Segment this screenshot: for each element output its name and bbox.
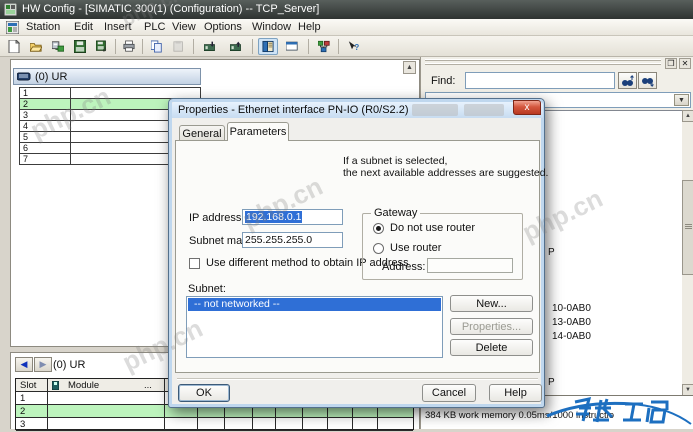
dialog-titlebar[interactable]: Properties - Ethernet interface PN-IO (R… [172, 102, 543, 118]
svg-text:?: ? [354, 43, 359, 52]
use-router-radio[interactable] [373, 243, 384, 254]
context-help-icon[interactable]: ? [344, 38, 364, 55]
paste-icon[interactable] [169, 38, 189, 55]
menubar: Station Edit Insert PLC View Options Win… [0, 19, 693, 36]
pane-grip[interactable] [425, 63, 661, 65]
method-checkbox[interactable] [189, 258, 200, 269]
window-title: HW Config - [SIMATIC 300(1) (Configurati… [22, 3, 319, 15]
dialog-title: Properties - Ethernet interface PN-IO (R… [178, 104, 408, 116]
save-icon[interactable] [70, 38, 90, 55]
mdi-child-icon[interactable] [6, 21, 19, 34]
dialog-separator [177, 378, 538, 380]
pane-close-icon[interactable]: ✕ [679, 58, 691, 69]
col-module[interactable]: Module [68, 380, 99, 391]
tree-item-fragment[interactable]: P [548, 247, 555, 258]
help-button[interactable]: Help [489, 384, 542, 402]
subnet-mask-field[interactable]: 255.255.255.0 [242, 232, 343, 248]
scrollbar-up-arrow[interactable]: ▲ [403, 61, 416, 74]
menu-view[interactable]: View [170, 21, 198, 33]
tree-item-fragment[interactable]: 10-0AB0 [552, 303, 591, 314]
detail-pane-title: (0) UR [53, 359, 85, 371]
use-router-label: Use router [390, 242, 441, 254]
find-label: Find: [431, 75, 455, 87]
module-description: 384 KB work memory 0.05ms/1000 instructi… [425, 410, 690, 422]
new-station-icon[interactable] [4, 38, 24, 55]
subnet-list-label: Subnet: [188, 283, 226, 295]
tree-item-fragment[interactable]: 14-0AB0 [552, 331, 591, 342]
ok-button[interactable]: OK [178, 384, 230, 402]
slot-row[interactable]: 3 [16, 418, 413, 431]
properties-dialog: Properties - Ethernet interface PN-IO (R… [168, 98, 545, 408]
properties-button[interactable]: Properties... [450, 318, 533, 335]
new-button[interactable]: New... [450, 295, 533, 312]
hint-line2: the next available addresses are suggest… [343, 167, 548, 179]
scroll-thumb[interactable] [682, 180, 693, 275]
find-next-icon[interactable] [618, 72, 637, 89]
upload-icon[interactable] [226, 38, 246, 55]
col-more[interactable]: ... [144, 380, 152, 391]
window-titlebar: HW Config - [SIMATIC 300(1) (Configurati… [0, 0, 693, 19]
find-row: Find: [421, 71, 693, 93]
tab-parameters[interactable]: Parameters [227, 122, 289, 141]
rack-header[interactable]: (0) UR [13, 68, 201, 85]
nav-back-button[interactable]: ◀ [15, 357, 33, 372]
no-router-radio[interactable] [373, 223, 384, 234]
find-previous-icon[interactable] [638, 72, 657, 89]
ip-address-label: IP address: [189, 212, 244, 224]
cancel-button[interactable]: Cancel [422, 384, 476, 402]
menu-station[interactable]: Station [24, 21, 62, 33]
rack-title: (0) UR [35, 71, 67, 83]
toolbar: # ? [0, 36, 693, 57]
menu-plc[interactable]: PLC [142, 21, 167, 33]
copy-icon[interactable] [147, 38, 167, 55]
tree-item-fragment[interactable]: P [548, 377, 555, 388]
menu-edit[interactable]: Edit [72, 21, 95, 33]
find-input[interactable] [465, 72, 615, 89]
gateway-legend: Gateway [371, 207, 420, 219]
gateway-groupbox: Gateway Do not use router Use router Add… [362, 213, 523, 280]
nav-forward-button[interactable]: ▶ [34, 357, 52, 372]
print-icon[interactable] [119, 38, 139, 55]
menu-window[interactable]: Window [250, 21, 293, 33]
parameters-tab-page: If a subnet is selected, the next availa… [175, 140, 540, 373]
router-address-field[interactable] [427, 258, 513, 273]
open-online-icon[interactable] [48, 38, 68, 55]
open-station-icon[interactable] [26, 38, 46, 55]
rack-icon [17, 72, 31, 81]
address-overview-icon[interactable] [282, 38, 302, 55]
app-icon [4, 3, 17, 16]
catalog-toggle-icon[interactable] [258, 38, 278, 55]
tree-item-fragment[interactable]: 13-0AB0 [552, 317, 591, 328]
menu-options[interactable]: Options [202, 21, 244, 33]
module-icon [52, 381, 59, 390]
network-icon[interactable] [314, 38, 334, 55]
close-icon[interactable]: x [513, 100, 541, 115]
glass-artifact [412, 104, 458, 116]
download-icon[interactable] [200, 38, 220, 55]
pane-restore-icon[interactable]: ❐ [665, 58, 677, 69]
pane-grip[interactable] [425, 59, 661, 61]
delete-button[interactable]: Delete [450, 339, 533, 356]
tab-general[interactable]: General [179, 125, 225, 141]
menu-help[interactable]: Help [296, 21, 323, 33]
subnet-listbox[interactable]: -- not networked -- [186, 296, 443, 358]
glass-artifact [464, 104, 504, 116]
menu-insert[interactable]: Insert [102, 21, 134, 33]
hint-line1: If a subnet is selected, [343, 155, 447, 167]
catalog-scrollbar[interactable]: ▲ ▼ [682, 110, 693, 396]
no-router-label: Do not use router [390, 222, 475, 234]
save-compile-icon[interactable]: # [92, 38, 112, 55]
svg-text:#: # [103, 48, 107, 53]
subnet-item-selected[interactable]: -- not networked -- [188, 298, 441, 311]
col-slot[interactable]: Slot [20, 380, 36, 391]
chevron-down-icon[interactable]: ▼ [674, 94, 689, 106]
scroll-up-icon[interactable]: ▲ [682, 110, 693, 122]
router-address-label: Address: [382, 261, 425, 273]
ip-address-field[interactable]: 192.168.0.1 [242, 209, 343, 225]
